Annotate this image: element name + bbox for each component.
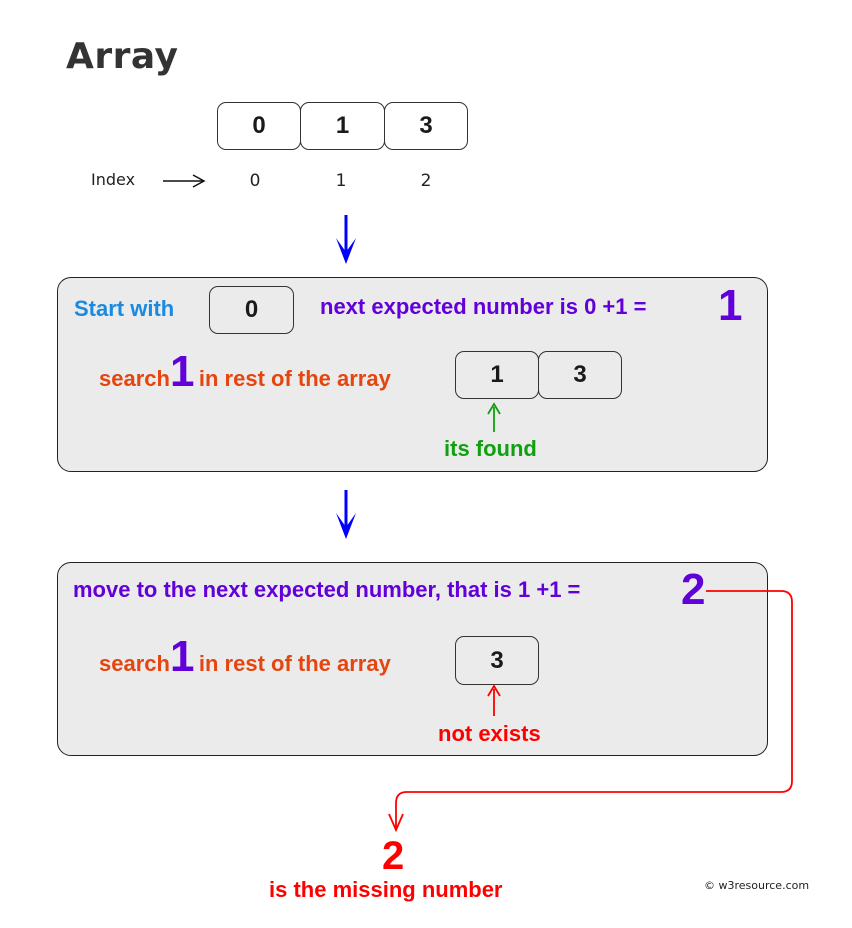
answer-value: 2 bbox=[382, 834, 405, 878]
answer-text: is the missing number bbox=[269, 877, 503, 902]
result-connector-arrow-icon bbox=[388, 590, 793, 833]
copyright: © w3resource.com bbox=[704, 879, 810, 892]
